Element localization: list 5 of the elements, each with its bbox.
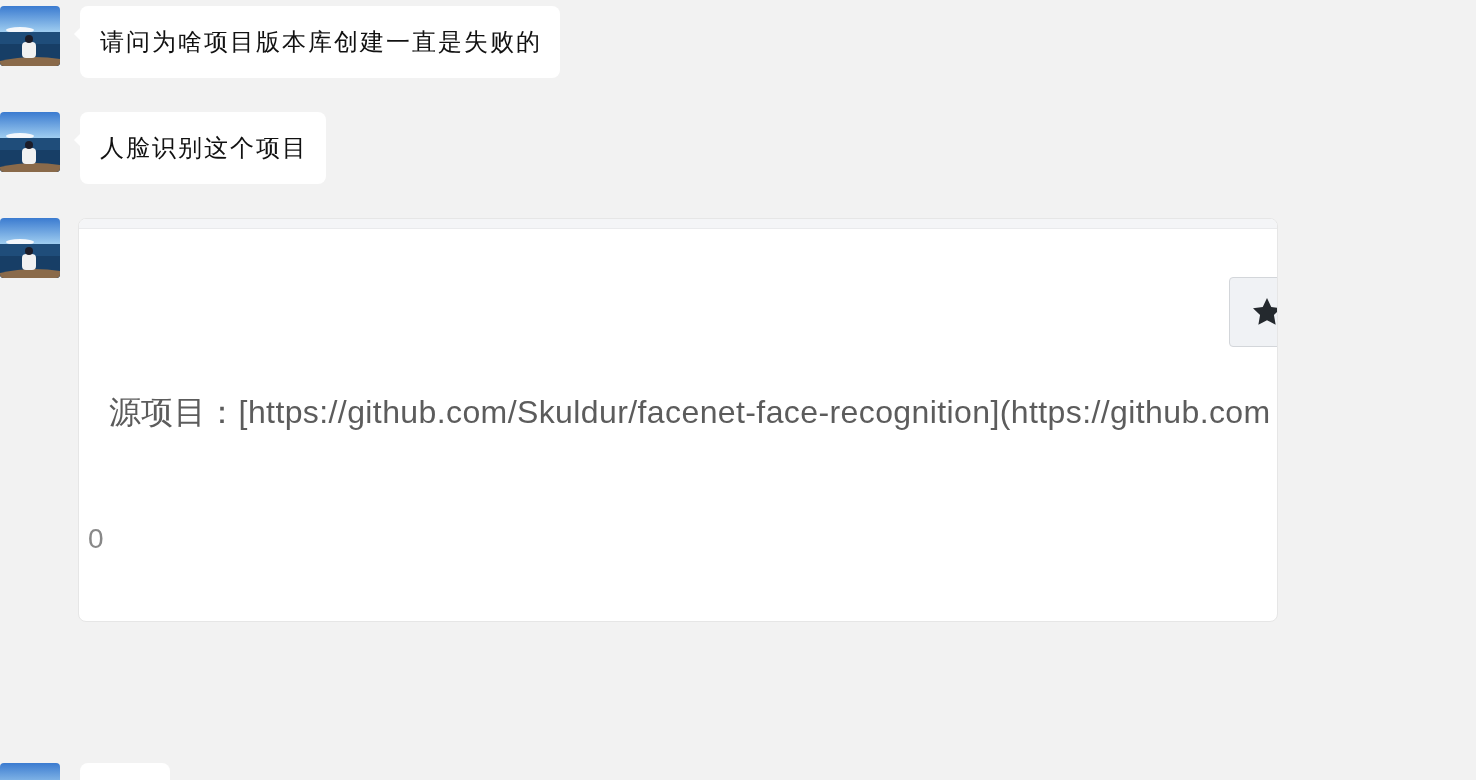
count-text: 0 [88, 523, 105, 555]
message-text: 人脸识别这个项目 [99, 133, 309, 164]
message-text: 请问为啥项目版本库创建一直是失败的 [99, 27, 543, 58]
screenshot-image[interactable]: 源项目：[https://github.com/Skuldur/facenet-face-recognition](https://github.com 0 [78, 218, 1278, 622]
link-text: 源项目：[https://github.com/Skuldur/facenet-face-recognition](https://github.com [109, 393, 1272, 432]
